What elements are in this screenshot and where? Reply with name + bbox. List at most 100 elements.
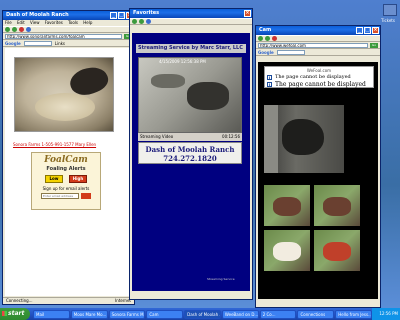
menu-edit[interactable]: Edit xyxy=(17,20,25,25)
email-submit-button[interactable] xyxy=(81,193,91,199)
browser-window-cam[interactable]: Cam _ □ × http://www.wefoal.com Go Googl… xyxy=(255,25,381,308)
google-search-input[interactable] xyxy=(276,49,305,55)
foal-photo[interactable] xyxy=(264,185,310,226)
menu-view[interactable]: View xyxy=(30,20,40,25)
menu-tools[interactable]: Tools xyxy=(68,20,78,25)
refresh-icon[interactable] xyxy=(146,19,151,24)
system-tray-clock[interactable]: 12:56 PM xyxy=(372,308,400,320)
maximize-button[interactable]: □ xyxy=(118,12,125,19)
foalcam-title: FoalCam xyxy=(44,155,88,165)
horse-figure xyxy=(187,82,229,110)
taskbar-item[interactable]: Hello from Jess... xyxy=(335,309,372,319)
low-alert-button[interactable]: Low xyxy=(45,175,63,183)
browser-window-streaming[interactable]: Favorites × Streaming Service by Marc St… xyxy=(129,8,253,300)
minimize-button[interactable]: _ xyxy=(356,27,363,34)
site-name: WeFoal.com xyxy=(306,68,332,73)
ranch-name: Dash of Moolah Ranch xyxy=(145,145,235,154)
links-label[interactable]: Links xyxy=(55,41,65,46)
stall-cam-image xyxy=(264,105,344,173)
close-button[interactable]: × xyxy=(244,10,251,17)
taskbar-item[interactable]: Moos Mare Mo... xyxy=(70,309,108,319)
page-content: Sonora Farms 1-505-991-1577 Mary Ellen F… xyxy=(5,48,132,296)
google-toolbar: Google xyxy=(256,49,380,56)
menu-favorites[interactable]: Favorites xyxy=(45,20,63,25)
page-content: Streaming Service by Marc Starr, LLC 4/1… xyxy=(132,33,250,291)
ranch-info-box: Dash of Moolah Ranch 724.272.1820 xyxy=(138,142,242,164)
sonora-farms-link[interactable]: Sonora Farms 1-505-991-1577 Mary Ellen xyxy=(13,142,123,147)
window-title: Cam xyxy=(259,27,272,33)
email-input[interactable]: Enter email address xyxy=(41,193,79,199)
ranch-phone: 724.272.1820 xyxy=(163,154,217,163)
straw-bedding xyxy=(35,93,95,121)
status-bar: Connecting... Internet xyxy=(3,297,134,304)
taskbar: start Mail Moos Mare Mo... Sonora Farms … xyxy=(0,308,400,320)
video-player-controls[interactable]: Streaming Video 00:12:56 xyxy=(138,133,242,141)
address-input[interactable]: http://www.sonoranfarms.com/foalcam xyxy=(5,33,122,39)
minimize-button[interactable]: _ xyxy=(110,12,117,19)
google-logo: Google xyxy=(5,40,21,46)
forward-icon[interactable] xyxy=(265,36,270,41)
start-button[interactable]: start xyxy=(0,308,30,320)
stop-icon[interactable] xyxy=(272,36,277,41)
player-time: 00:12:56 xyxy=(222,134,240,139)
close-button[interactable]: × xyxy=(372,27,379,34)
maximize-button[interactable]: □ xyxy=(364,27,371,34)
taskbar-item[interactable]: Mail xyxy=(33,309,70,319)
taskbar-tasks: Mail Moos Mare Mo... Sonora Farms M... C… xyxy=(33,309,372,319)
barn-cam-image: 4/15/2009 12:56:38 PM xyxy=(138,57,242,133)
address-input[interactable]: http://www.wefoal.com xyxy=(258,42,368,48)
taskbar-item[interactable]: Sonora Farms M... xyxy=(108,309,146,319)
foal-photo[interactable] xyxy=(314,185,360,226)
taskbar-item[interactable]: Dash of Moolah ... xyxy=(184,309,221,319)
window-title: Favorites xyxy=(133,10,160,16)
go-button[interactable]: Go xyxy=(370,42,378,48)
google-toolbar: Google Links xyxy=(3,40,134,47)
stop-icon[interactable] xyxy=(19,27,24,32)
navigation-toolbar xyxy=(130,18,252,25)
footer-text: Streaming Service xyxy=(207,277,235,281)
horse-figure xyxy=(282,119,324,155)
foal-cam-image xyxy=(14,57,114,132)
menu-file[interactable]: File xyxy=(5,20,12,25)
desktop-shortcut-icon[interactable] xyxy=(383,4,397,16)
page-content: WeFoal.com i The page cannot be displaye… xyxy=(258,62,378,299)
window-titlebar[interactable]: Cam _ □ × xyxy=(256,26,380,35)
error-panel: WeFoal.com i The page cannot be displaye… xyxy=(264,66,374,88)
refresh-icon[interactable] xyxy=(26,27,31,32)
taskbar-item[interactable]: WeeBand on D... xyxy=(221,309,259,319)
address-bar: http://www.wefoal.com Go xyxy=(256,42,380,49)
navigation-toolbar xyxy=(256,35,380,42)
window-title: Dash of Moolah Ranch xyxy=(6,12,69,18)
signup-text: Sign up for email alerts xyxy=(42,186,90,191)
taskbar-item[interactable]: 2 Co... xyxy=(259,309,297,319)
horse-figure xyxy=(151,74,185,88)
player-label: Streaming Video xyxy=(140,134,174,139)
foaling-alerts-heading: Foaling Alerts xyxy=(46,166,86,172)
error-message: i The page cannot be displayed xyxy=(267,74,351,80)
window-titlebar[interactable]: Favorites × xyxy=(130,9,252,18)
menu-help[interactable]: Help xyxy=(83,20,92,25)
info-icon: i xyxy=(267,82,272,87)
google-search-input[interactable] xyxy=(23,40,52,46)
window-titlebar[interactable]: Dash of Moolah Ranch _ □ × xyxy=(3,11,134,20)
cam-timestamp: 4/15/2009 12:56:38 PM xyxy=(159,59,206,64)
forward-icon[interactable] xyxy=(12,27,17,32)
browser-window-foalcam[interactable]: Dash of Moolah Ranch _ □ × File Edit Vie… xyxy=(2,10,135,305)
back-icon[interactable] xyxy=(5,27,10,32)
high-alert-button[interactable]: High xyxy=(69,175,87,183)
info-icon: i xyxy=(267,74,272,80)
foal-photo[interactable] xyxy=(264,230,310,271)
taskbar-item[interactable]: Cam xyxy=(146,309,184,319)
stall-door xyxy=(264,105,278,173)
forward-icon[interactable] xyxy=(139,19,144,24)
back-icon[interactable] xyxy=(258,36,263,41)
address-bar: http://www.sonoranfarms.com/foalcam Go xyxy=(3,33,134,40)
back-icon[interactable] xyxy=(132,19,137,24)
stream-title: Streaming Service by Marc Starr, LLC xyxy=(136,44,246,53)
google-logo: Google xyxy=(258,49,274,55)
desktop-shortcut-label: Tickets xyxy=(381,18,395,23)
windows-logo-icon xyxy=(2,311,7,316)
taskbar-item[interactable]: Connections xyxy=(297,309,335,319)
foal-photo[interactable] xyxy=(314,230,360,271)
error-message: i The page cannot be displayed xyxy=(267,81,366,88)
